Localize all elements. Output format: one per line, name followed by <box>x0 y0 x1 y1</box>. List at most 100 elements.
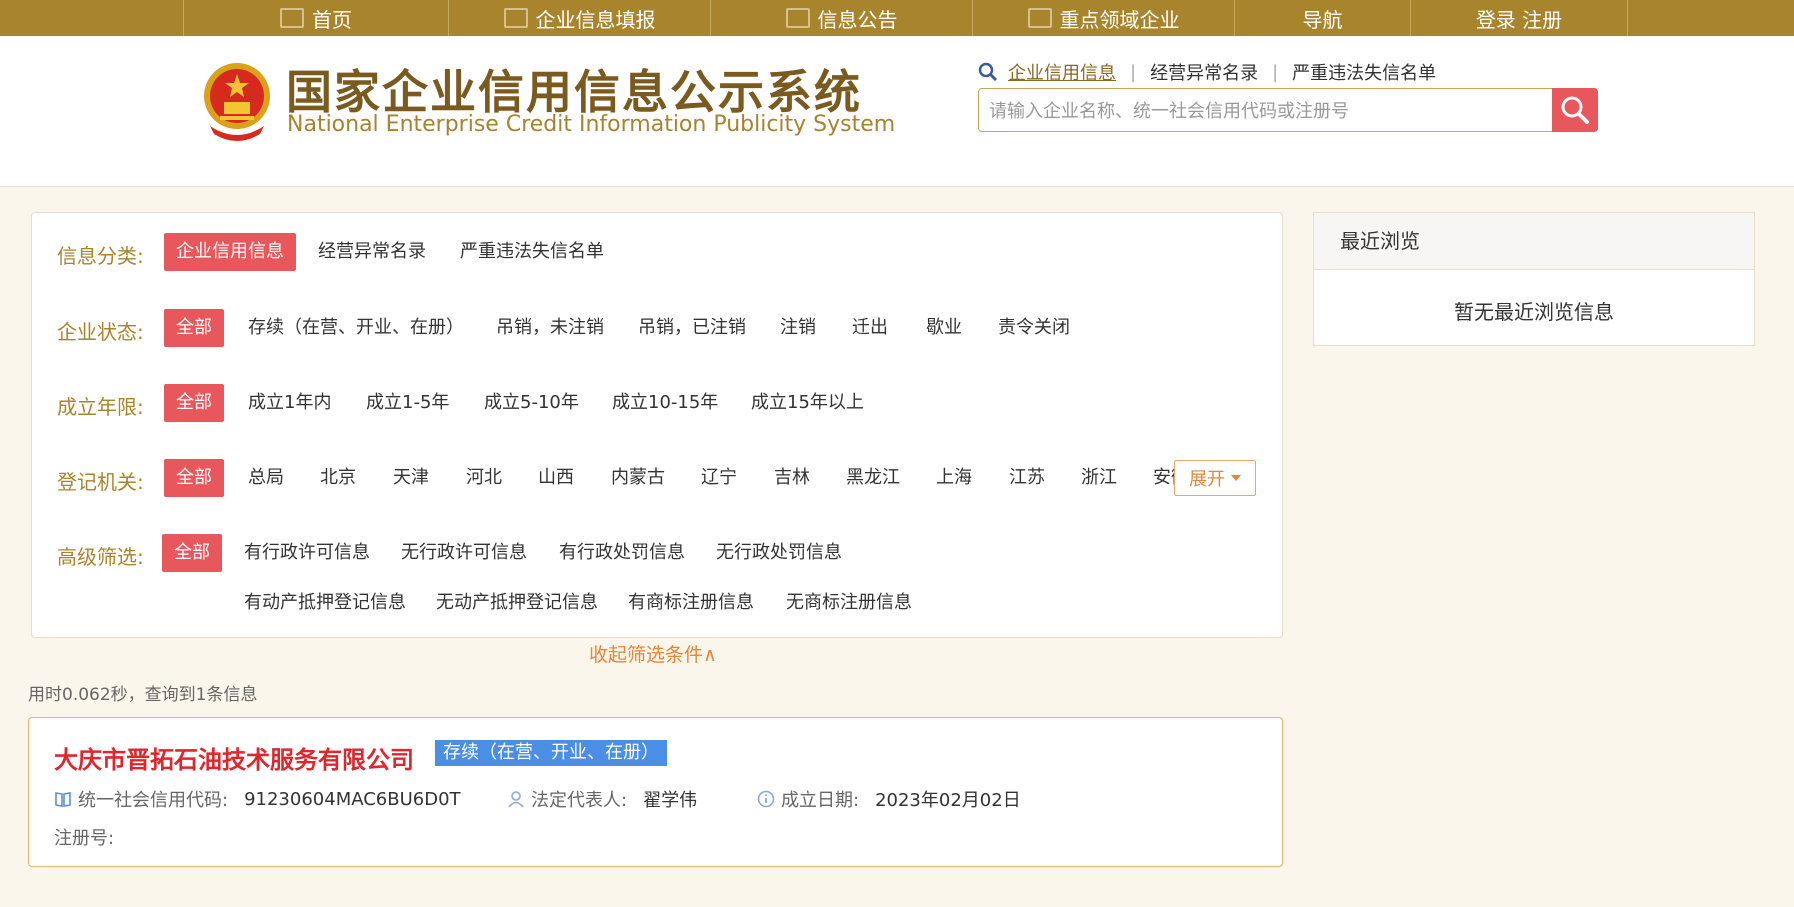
filter-option-category[interactable]: 严重违法失信名单 <box>460 233 604 271</box>
nav-home-label: 首页 <box>312 7 352 32</box>
system-title-en: National Enterprise Credit Information P… <box>287 112 896 137</box>
home-icon <box>280 8 304 28</box>
founded-date-label: 成立日期: <box>781 790 860 811</box>
search-link-abnormal[interactable]: 经营异常名录 <box>1150 59 1258 85</box>
nav-key-enterprises-label: 重点领域企业 <box>1059 7 1180 32</box>
edit-icon <box>503 8 528 28</box>
legal-rep-label: 法定代表人: <box>531 790 628 811</box>
status-badge: 存续（在营、开业、在册） <box>435 740 667 766</box>
company-name-link[interactable]: 大庆市晋拓石油技术服务有限公司 <box>54 740 414 775</box>
founded-date-value: 2023年02月02日 <box>875 790 1021 811</box>
nav-announcements-label: 信息公告 <box>817 7 898 32</box>
filter-option-authority[interactable]: 全部 <box>164 459 224 497</box>
result-summary: 用时0.062秒，查询到1条信息 <box>28 685 258 705</box>
founded-date-field: 成立日期: 2023年02月02日 <box>757 786 1021 812</box>
nav-enterprise-report[interactable]: 企业信息填报 <box>448 0 710 36</box>
filter-option-years[interactable]: 成立10-15年 <box>612 384 718 422</box>
reg-no-label: 注册号: <box>54 828 115 849</box>
nav-guide[interactable]: 导航 <box>1234 0 1410 36</box>
nav-enterprise-report-label: 企业信息填报 <box>535 7 656 32</box>
recent-browsing-panel: 最近浏览 暂无最近浏览信息 <box>1313 212 1755 346</box>
document-icon <box>785 8 810 28</box>
filter-label-authority: 登记机关: <box>57 470 144 494</box>
filter-option-years[interactable]: 全部 <box>164 384 224 422</box>
filter-option-status[interactable]: 迁出 <box>852 309 888 347</box>
filter-option-years[interactable]: 成立15年以上 <box>751 384 864 422</box>
filter-option-authority[interactable]: 江苏 <box>1009 459 1045 497</box>
filter-option-status[interactable]: 注销 <box>780 309 816 347</box>
filter-option-authority[interactable]: 吉林 <box>774 459 810 497</box>
filter-option-authority[interactable]: 北京 <box>320 459 356 497</box>
filter-option-authority[interactable]: 天津 <box>393 459 429 497</box>
site-header: 国家企业信用信息公示系统 National Enterprise Credit … <box>0 36 1794 187</box>
caret-down-icon <box>1231 475 1241 481</box>
nav-login-register[interactable]: 登录 注册 <box>1410 0 1628 36</box>
national-emblem-icon <box>204 63 270 141</box>
search-button[interactable] <box>1552 88 1598 132</box>
result-card[interactable]: 大庆市晋拓石油技术服务有限公司 存续（在营、开业、在册） 统一社会信用代码: 9… <box>28 717 1283 867</box>
person-icon <box>508 791 524 808</box>
link-separator: | <box>1272 61 1279 83</box>
filter-option-years[interactable]: 成立5-10年 <box>484 384 579 422</box>
expand-authority-button[interactable]: 展开 <box>1174 460 1256 496</box>
filter-option-status[interactable]: 存续（在营、开业、在册） <box>248 309 464 347</box>
filter-label-advanced: 高级筛选: <box>57 545 144 569</box>
nav-guide-label: 导航 <box>1302 7 1343 32</box>
credit-code-label: 统一社会信用代码: <box>78 790 229 811</box>
filter-option-status[interactable]: 吊销，未注销 <box>496 309 604 347</box>
filter-option-authority[interactable]: 总局 <box>248 459 284 497</box>
filter-option-authority[interactable]: 河北 <box>466 459 502 497</box>
filter-option-years[interactable]: 成立1-5年 <box>366 384 449 422</box>
filter-option-authority[interactable]: 上海 <box>936 459 972 497</box>
filter-option-years[interactable]: 成立1年内 <box>248 384 331 422</box>
filter-option-category[interactable]: 企业信用信息 <box>164 233 296 271</box>
filter-option-category[interactable]: 经营异常名录 <box>318 233 426 271</box>
filter-option-advanced[interactable]: 有行政处罚信息 <box>559 534 685 572</box>
filter-option-authority[interactable]: 山西 <box>538 459 574 497</box>
filter-option-advanced[interactable]: 有商标注册信息 <box>628 584 754 622</box>
link-separator: | <box>1130 61 1137 83</box>
filter-option-advanced[interactable]: 无行政处罚信息 <box>716 534 842 572</box>
filter-option-advanced[interactable]: 无行政许可信息 <box>401 534 527 572</box>
filter-label-status: 企业状态: <box>57 320 144 344</box>
collapse-filters-link[interactable]: 收起筛选条件∧ <box>589 640 717 667</box>
info-circle-icon <box>757 790 775 808</box>
search-box <box>978 88 1598 133</box>
filter-label-category: 信息分类: <box>57 244 144 268</box>
nav-announcements[interactable]: 信息公告 <box>710 0 972 36</box>
filter-option-authority[interactable]: 内蒙古 <box>611 459 665 497</box>
filter-option-authority[interactable]: 黑龙江 <box>846 459 900 497</box>
filter-option-status[interactable]: 全部 <box>164 309 224 347</box>
search-link-credit[interactable]: 企业信用信息 <box>1008 59 1116 85</box>
filter-option-status[interactable]: 责令关闭 <box>998 309 1070 347</box>
recent-browsing-empty: 暂无最近浏览信息 <box>1454 300 1614 324</box>
filter-label-years: 成立年限: <box>57 395 144 419</box>
filter-option-authority[interactable]: 浙江 <box>1081 459 1117 497</box>
search-input[interactable] <box>987 89 1531 133</box>
nav-login-register-label: 登录 注册 <box>1475 7 1563 32</box>
credit-code-value: 91230604MAC6BU6D0T <box>244 788 461 810</box>
filter-option-authority[interactable]: 辽宁 <box>701 459 737 497</box>
filter-panel: 信息分类: 企业信用信息 经营异常名录 严重违法失信名单 企业状态: 全部 存续… <box>31 212 1283 638</box>
search-type-links: 企业信用信息 | 经营异常名录 | 严重违法失信名单 <box>978 58 1436 86</box>
legal-rep-field: 法定代表人: 翟学伟 <box>507 786 697 812</box>
filter-option-status[interactable]: 吊销，已注销 <box>638 309 746 347</box>
filter-option-advanced[interactable]: 全部 <box>162 534 222 572</box>
reg-no-field: 注册号: <box>54 824 114 850</box>
credit-code-field: 统一社会信用代码: 91230604MAC6BU6D0T <box>54 786 461 812</box>
legal-rep-value: 翟学伟 <box>643 790 698 811</box>
filter-option-advanced[interactable]: 有动产抵押登记信息 <box>244 584 406 622</box>
filter-option-advanced[interactable]: 无动产抵押登记信息 <box>436 584 598 622</box>
speaker-icon <box>1027 8 1052 28</box>
nav-home[interactable]: 首页 <box>183 0 448 36</box>
top-nav: 首页 企业信息填报 信息公告 重点领域企业 导航 登录 注册 <box>0 0 1794 36</box>
expand-label: 展开 <box>1189 469 1225 490</box>
filter-option-advanced[interactable]: 无商标注册信息 <box>786 584 912 622</box>
book-icon <box>55 792 71 807</box>
search-icon <box>1561 96 1589 124</box>
search-small-icon <box>978 62 998 82</box>
nav-key-enterprises[interactable]: 重点领域企业 <box>972 0 1234 36</box>
search-link-dishonest[interactable]: 严重违法失信名单 <box>1292 59 1436 85</box>
filter-option-advanced[interactable]: 有行政许可信息 <box>244 534 370 572</box>
filter-option-status[interactable]: 歇业 <box>926 309 962 347</box>
